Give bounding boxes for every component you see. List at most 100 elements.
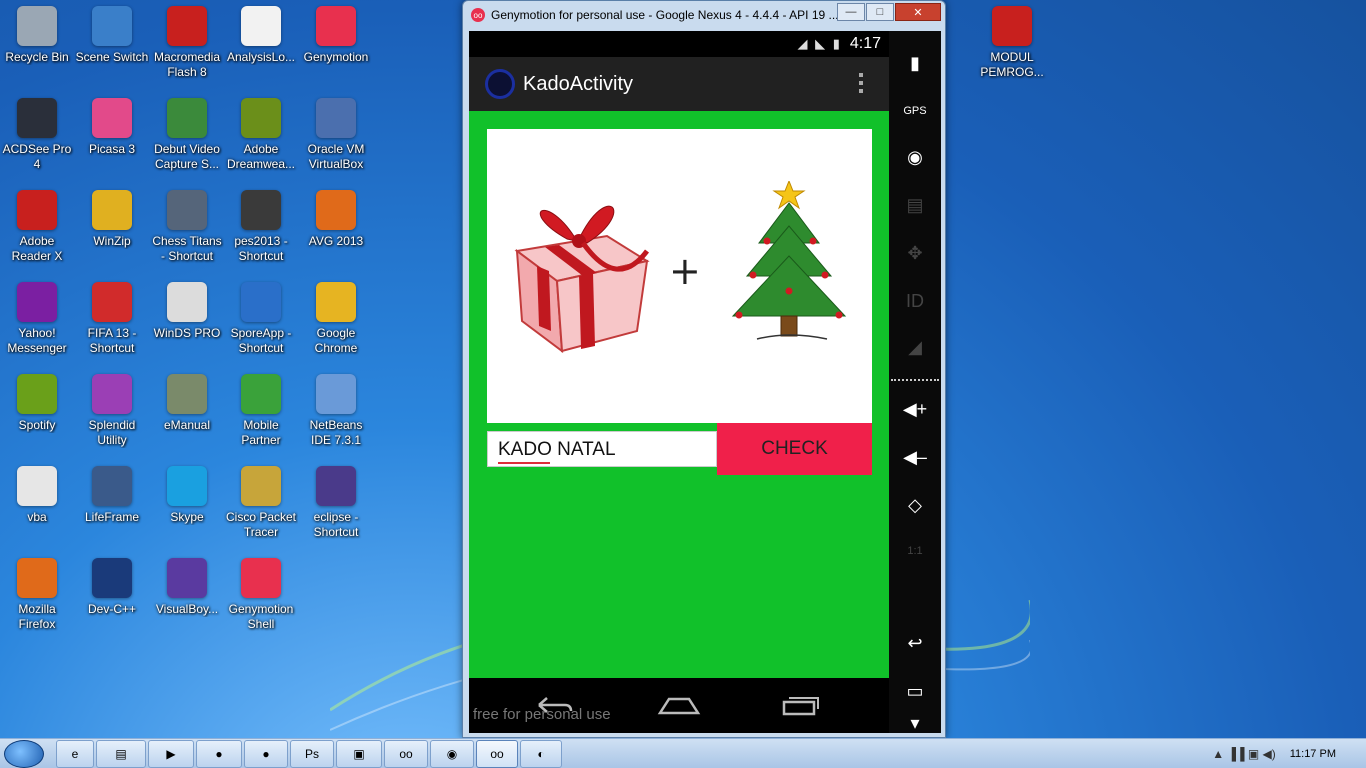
vba-file-icon [17, 466, 57, 506]
nav-recent-icon[interactable] [781, 694, 821, 716]
network-icon: ◢ [908, 336, 922, 357]
desktop-icon[interactable]: vba [0, 460, 74, 548]
desktop-icon[interactable]: Macromedia Flash 8 [150, 0, 224, 88]
desktop-icon[interactable]: SporeApp - Shortcut [224, 276, 298, 364]
desktop-icon[interactable]: Picasa 3 [75, 92, 149, 180]
gps-icon[interactable]: GPS [889, 91, 941, 131]
desktop-icon[interactable]: Cisco Packet Tracer [224, 460, 298, 548]
desktop-icon-label: pes2013 - Shortcut [234, 234, 288, 263]
minimize-button[interactable]: — [837, 3, 865, 21]
desktop-icon[interactable]: Yahoo! Messenger [0, 276, 74, 364]
desktop-icon-label: ACDSee Pro 4 [2, 142, 72, 171]
desktop-icon[interactable]: Debut Video Capture S... [150, 92, 224, 180]
desktop-icon[interactable]: Dev-C++ [75, 552, 149, 640]
desktop-icon-label: Spotify [18, 418, 56, 432]
desktop-icon[interactable]: Spotify [0, 368, 74, 456]
scene-switch-icon [92, 6, 132, 46]
desktop-icon[interactable]: MODUL PEMROG... [975, 0, 1049, 88]
desktop-icon[interactable]: Splendid Utility [75, 368, 149, 456]
desktop-icon[interactable]: Adobe Dreamwea... [224, 92, 298, 180]
netbeans-icon [316, 374, 356, 414]
desktop-icon-label: Splendid Utility [88, 418, 136, 447]
desktop-icon[interactable]: pes2013 - Shortcut [224, 184, 298, 272]
volume-down-icon[interactable]: ◀– [889, 437, 941, 477]
desktop-icon-label: Cisco Packet Tracer [225, 510, 297, 539]
maximize-button[interactable]: □ [866, 3, 894, 21]
winzip-icon [92, 190, 132, 230]
desktop-icon[interactable]: Recycle Bin [0, 0, 74, 88]
close-button[interactable]: ✕ [895, 3, 941, 21]
desktop-icon[interactable]: Scene Switch [75, 0, 149, 88]
desktop-icon[interactable]: FIFA 13 - Shortcut [75, 276, 149, 364]
yahoo-icon [17, 282, 57, 322]
desktop-icon[interactable]: Chess Titans - Shortcut [150, 184, 224, 272]
answer-input[interactable]: KADO NATAL [487, 431, 717, 467]
window-titlebar[interactable]: oo Genymotion for personal use - Google … [463, 1, 945, 29]
virtualbox-icon[interactable]: ▣ [336, 740, 382, 768]
desktop-icon[interactable]: WinDS PRO [150, 276, 224, 364]
webcam-icon[interactable]: ◉ [889, 137, 941, 177]
desktop-icon-label: Genymotion [303, 50, 369, 64]
chrome-icon[interactable]: ● [196, 740, 242, 768]
desktop-icon[interactable]: AVG 2013 [299, 184, 373, 272]
genymotion-window-icon[interactable]: oo [476, 740, 518, 768]
android-screen: ◢ ◣ ▮ 4:17 KadoActivity + KADO NATAL CHE… [469, 31, 889, 733]
android-studio-icon[interactable]: ◉ [430, 740, 474, 768]
adobe-reader-icon [17, 190, 57, 230]
desktop-icon[interactable]: Genymotion [299, 0, 373, 88]
genymotion-icon: oo [471, 8, 485, 22]
desktop-icon[interactable]: WinZip [75, 184, 149, 272]
firefox-icon [17, 558, 57, 598]
desktop-icon[interactable]: Mozilla Firefox [0, 552, 74, 640]
genymotion-side-panel: ▮ GPS ◉ ▤ ✥ ID ◢ ◀+ ◀– ◇ 1:1 ↩ ▭ ▾ [889, 31, 941, 733]
taskbar: e ▤ ▶ ● ● Ps ▣ oo ◉ oo ◐ ▲ ▐▐ ▣ ◀) 11:17 PM [0, 738, 1366, 768]
spore-icon [241, 282, 281, 322]
overflow-menu-icon[interactable] [859, 73, 863, 93]
photoshop-icon[interactable]: Ps [290, 740, 334, 768]
desktop-icon[interactable]: Genymotion Shell [224, 552, 298, 640]
desktop-icon-label: Adobe Dreamwea... [226, 142, 296, 171]
desktop-icon[interactable]: Google Chrome [299, 276, 373, 364]
virtualbox-icon [316, 98, 356, 138]
desktop-icon[interactable]: LifeFrame [75, 460, 149, 548]
desktop-icon[interactable]: Skype [150, 460, 224, 548]
genymotion-icon[interactable]: oo [384, 740, 428, 768]
desktop-icon-label: VisualBoy... [155, 602, 219, 616]
window-title: Genymotion for personal use - Google Nex… [491, 8, 839, 22]
volume-up-icon[interactable]: ◀+ [889, 389, 941, 429]
desktop-icon[interactable]: AnalysisLo... [224, 0, 298, 88]
menu-down-icon[interactable]: ▾ [889, 703, 941, 743]
back-icon[interactable]: ↩ [889, 623, 941, 663]
desktop-icon-label: Macromedia Flash 8 [153, 50, 221, 79]
desktop-icon[interactable]: ACDSee Pro 4 [0, 92, 74, 180]
battery-icon[interactable]: ▮ [889, 43, 941, 83]
rotate-icon[interactable]: ◇ [889, 485, 941, 525]
firefox-icon[interactable]: ● [244, 740, 288, 768]
nav-back-icon[interactable] [535, 694, 575, 716]
desktop-icon-label: Chess Titans - Shortcut [152, 234, 222, 263]
desktop-icon-label: WinDS PRO [153, 326, 221, 340]
desktop-icon[interactable]: eManual [150, 368, 224, 456]
desktop-icon-label: vba [27, 510, 47, 524]
system-tray: ▲ ▐▐ ▣ ◀) 11:17 PM [1204, 739, 1366, 768]
clock[interactable]: 11:17 PM [1290, 748, 1336, 760]
desktop-icon[interactable]: Adobe Reader X [0, 184, 74, 272]
desktop-icon[interactable]: eclipse - Shortcut [299, 460, 373, 548]
nav-home-icon[interactable] [657, 694, 701, 716]
genymotion-window[interactable]: oo Genymotion for personal use - Google … [462, 0, 946, 738]
paint-icon[interactable]: ◐ [520, 740, 562, 768]
desktop-icon[interactable]: Mobile Partner [224, 368, 298, 456]
desktop-icon[interactable]: Oracle VM VirtualBox [299, 92, 373, 180]
desktop-icon-label: NetBeans IDE 7.3.1 [309, 418, 363, 447]
start-button[interactable] [4, 740, 44, 768]
ie-icon[interactable]: e [56, 740, 94, 768]
explorer-icon[interactable]: ▤ [96, 740, 146, 768]
desktop-icon[interactable]: VisualBoy... [150, 552, 224, 640]
desktop-icon[interactable]: NetBeans IDE 7.3.1 [299, 368, 373, 456]
christmas-tree-image [731, 181, 847, 340]
check-button[interactable]: CHECK [717, 423, 872, 475]
avg-icon [316, 190, 356, 230]
media-player-icon[interactable]: ▶ [148, 740, 194, 768]
status-time: 4:17 [849, 35, 881, 52]
tray-icons[interactable]: ▲ ▐▐ ▣ ◀) [1212, 747, 1275, 761]
